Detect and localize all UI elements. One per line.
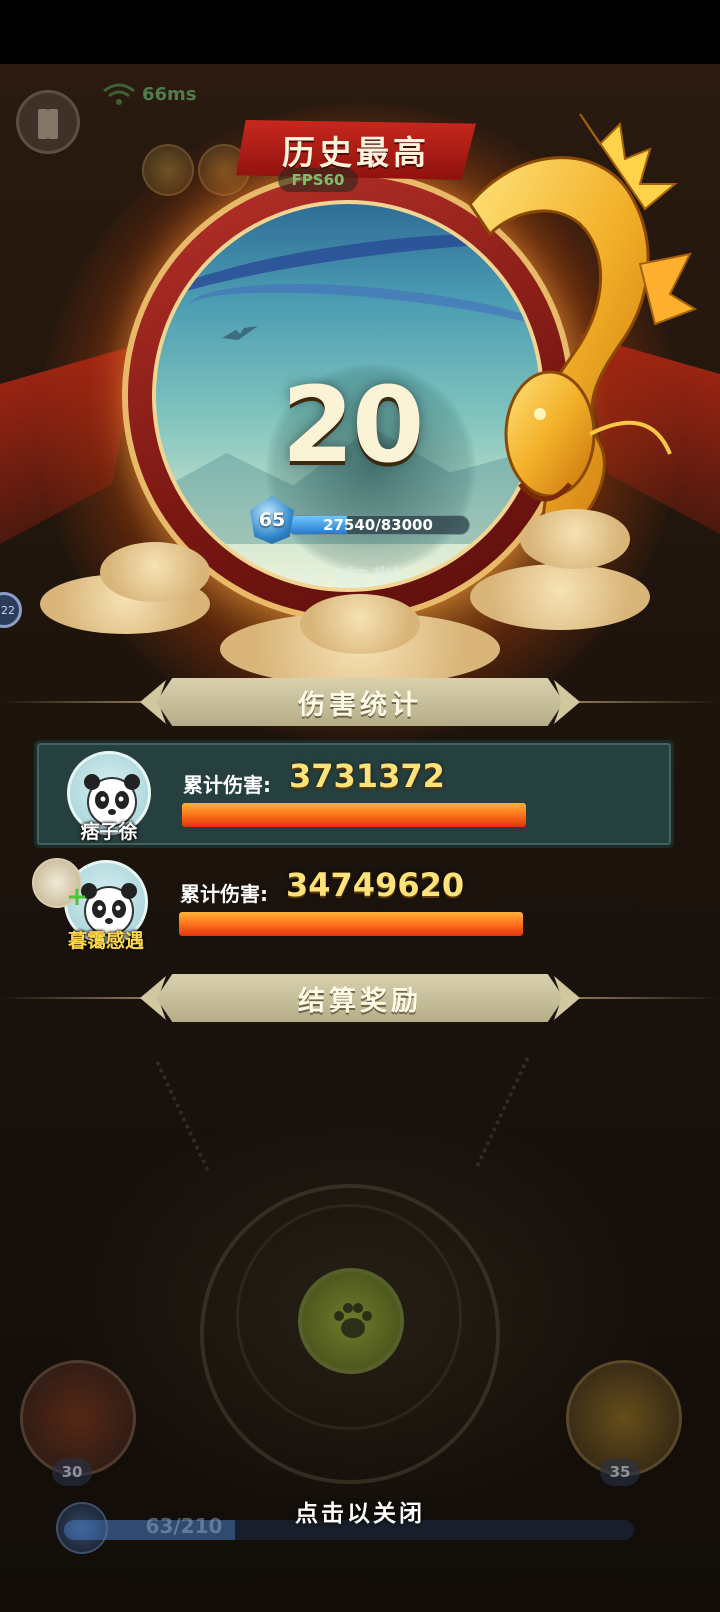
- game-stage: 66ms 22 20 天魔数 历史最高 FPS60 27540/83000 65…: [0, 64, 720, 1612]
- section-plate: 结算奖励: [156, 974, 564, 1022]
- player-name: 暮霭感遇: [67, 930, 144, 952]
- cloud-decoration: [300, 594, 420, 654]
- player-name: 痞子徐: [80, 821, 138, 843]
- damage-bar: [179, 912, 523, 936]
- wifi-icon: [103, 83, 135, 105]
- damage-value: 34749620: [286, 866, 465, 904]
- fps-indicator: FPS60: [278, 168, 358, 192]
- damage-bar: [182, 803, 526, 827]
- close-hint[interactable]: 点击以关闭: [0, 1494, 720, 1528]
- exp-text: 27540/83000: [323, 516, 433, 534]
- skill-right-count: 35: [600, 1458, 640, 1486]
- rewards-header: 结算奖励: [0, 974, 720, 1022]
- attack-button[interactable]: [298, 1268, 404, 1374]
- chain-decoration: [155, 1056, 219, 1172]
- title-banner: 历史最高: [236, 120, 476, 180]
- damage-label: 累计伤害:: [183, 773, 271, 797]
- status-bar: [0, 0, 720, 64]
- chain-decoration: [475, 1056, 539, 1172]
- damage-label: 累计伤害:: [180, 882, 268, 906]
- pause-button[interactable]: [16, 90, 80, 154]
- golden-dragon-icon: [468, 113, 698, 546]
- cloud-decoration: [100, 542, 210, 602]
- damage-row: + 暮霭感遇 累计伤害: 34749620: [32, 852, 674, 960]
- damage-stats-header: 伤害统计: [0, 678, 720, 726]
- level-text: 65: [258, 509, 286, 531]
- damage-row: 痞子徐 累计伤害: 3731372: [34, 740, 674, 848]
- section-title: 伤害统计: [298, 689, 422, 721]
- section-plate: 伤害统计: [156, 678, 564, 726]
- ping-text: 66ms: [142, 84, 197, 105]
- damage-value: 3731372: [289, 757, 445, 795]
- damage-bar-fill: [179, 912, 523, 936]
- bird-icon: [222, 326, 258, 340]
- section-title: 结算奖励: [298, 985, 422, 1017]
- cloud-decoration: [470, 564, 650, 630]
- side-badge[interactable]: 22: [0, 592, 22, 628]
- damage-bar-fill: [182, 803, 526, 827]
- title-text: 历史最高: [282, 133, 430, 172]
- plus-icon: +: [66, 882, 88, 912]
- cloud-decoration: [520, 509, 630, 569]
- paw-icon: [334, 1303, 372, 1338]
- skill-left-count: 30: [52, 1458, 92, 1486]
